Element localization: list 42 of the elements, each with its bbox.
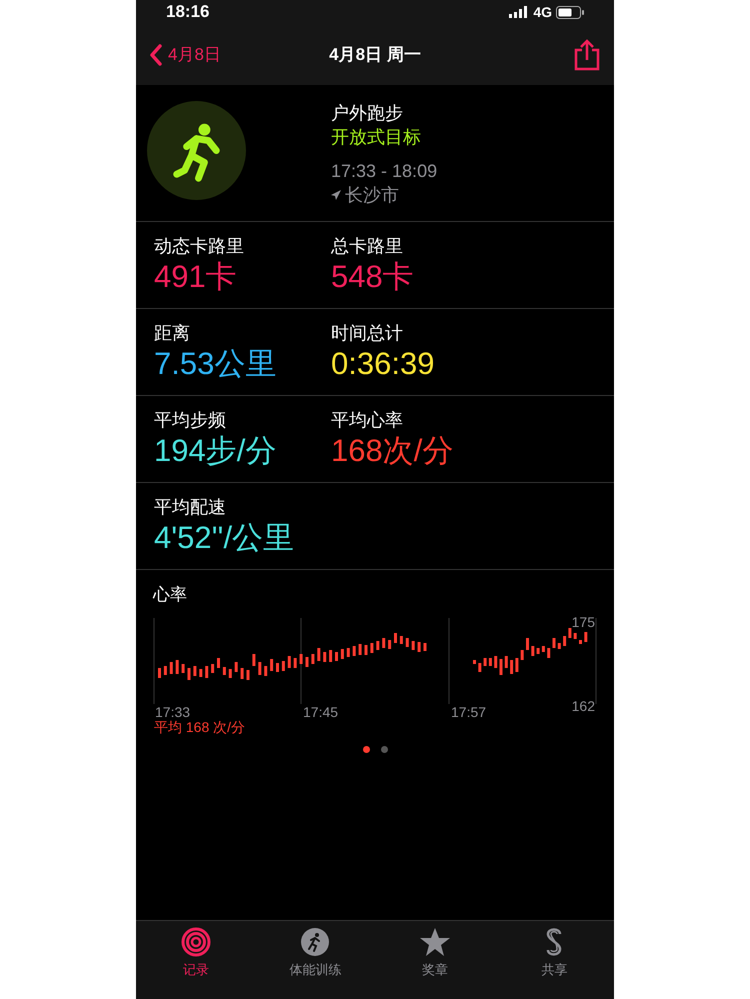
metric-label: 动态卡路里 — [154, 235, 244, 258]
back-button[interactable]: 4月8日 — [150, 42, 221, 68]
axis-label: 175 — [572, 612, 595, 632]
metric-label: 距离 — [154, 322, 190, 345]
network-label: 4G — [533, 2, 552, 22]
axis-label: 162 — [572, 696, 595, 716]
tab[interactable]: 共享 — [494, 927, 614, 999]
workout-time-range: 17:33 - 18:09 — [331, 160, 438, 183]
chart-title: 心率 — [153, 584, 188, 606]
axis-label: 17:45 — [303, 702, 338, 722]
metric-label: 平均心率 — [331, 409, 403, 432]
metric-label: 平均步频 — [154, 409, 226, 432]
axis-label: 17:33 — [155, 702, 190, 720]
battery-icon — [556, 6, 584, 18]
metric-label: 总卡路里 — [331, 235, 403, 258]
metric-value: 194步/分 — [154, 432, 276, 470]
location-arrow-icon — [331, 190, 341, 200]
star-icon — [420, 927, 450, 957]
metric-value: 4'52''/公里 — [154, 519, 294, 557]
tab[interactable]: 奖章 — [375, 927, 494, 999]
workout-name: 户外跑步 — [331, 102, 404, 125]
metric-value: 491卡 — [154, 258, 237, 296]
tab[interactable]: 体能训练 — [256, 927, 375, 999]
chevron-left-icon — [150, 44, 162, 66]
metric-value: 7.53公里 — [154, 345, 276, 383]
running-figure-icon — [147, 101, 246, 200]
workout-location: 长沙市 — [345, 184, 399, 207]
metric-label: 时间总计 — [331, 322, 403, 345]
workout-goal: 开放式目标 — [331, 126, 422, 149]
metric-value: 168次/分 — [331, 432, 454, 470]
axis-label: 17:57 — [451, 702, 486, 722]
signal-icon — [509, 6, 530, 18]
tab[interactable]: 记录 — [136, 927, 256, 999]
metric-value: 0:36:39 — [331, 345, 434, 383]
nav-title: 4月8日 周一 — [329, 44, 421, 66]
rings-icon — [180, 927, 211, 957]
status-time: 18:16 — [166, 1, 210, 24]
metric-label: 平均配速 — [154, 496, 226, 519]
average-heart-rate: 平均 168 次/分 — [154, 718, 246, 736]
running-figure-icon — [300, 927, 330, 957]
share-icon[interactable] — [574, 38, 600, 70]
metric-value: 548卡 — [331, 258, 414, 296]
